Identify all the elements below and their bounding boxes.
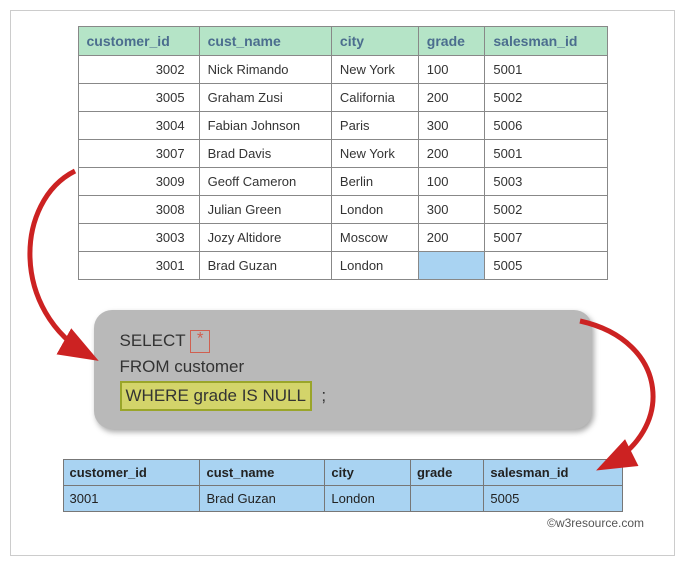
table-cell: 5007 (485, 224, 607, 252)
table-cell: 5001 (485, 56, 607, 84)
table-cell: 5005 (485, 252, 607, 280)
table-cell: 5003 (485, 168, 607, 196)
sql-select: SELECT (120, 331, 186, 350)
col-city: city (331, 27, 418, 56)
sql-semicolon: ; (321, 386, 326, 405)
col-salesman-id: salesman_id (485, 27, 607, 56)
table-cell: 3001 (78, 252, 199, 280)
table-cell: 100 (418, 56, 485, 84)
source-table-body: 3002Nick RimandoNew York10050013005Graha… (78, 56, 607, 280)
col-cust-name: cust_name (199, 27, 331, 56)
res-col-salesman-id: salesman_id (484, 460, 622, 486)
col-customer-id: customer_id (78, 27, 199, 56)
table-cell: 5002 (485, 196, 607, 224)
table-row: 3001Brad GuzanLondon 5005 (63, 486, 622, 512)
sql-where-highlight: WHERE grade IS NULL (120, 381, 312, 411)
table-cell: Nick Rimando (199, 56, 331, 84)
table-cell: Brad Guzan (199, 252, 331, 280)
table-cell: Brad Guzan (200, 486, 325, 512)
table-row: 3007Brad DavisNew York2005001 (78, 140, 607, 168)
table-cell: 3002 (78, 56, 199, 84)
diagram-frame: customer_id cust_name city grade salesma… (10, 10, 675, 556)
credit-text: ©w3resource.com (31, 516, 644, 530)
col-grade: grade (418, 27, 485, 56)
table-row: 3003Jozy AltidoreMoscow2005007 (78, 224, 607, 252)
table-row: 3008Julian GreenLondon3005002 (78, 196, 607, 224)
res-col-grade: grade (410, 460, 483, 486)
table-cell: London (331, 196, 418, 224)
table-cell: Graham Zusi (199, 84, 331, 112)
table-cell: 3003 (78, 224, 199, 252)
table-cell: Jozy Altidore (199, 224, 331, 252)
table-cell: 100 (418, 168, 485, 196)
table-cell: 300 (418, 196, 485, 224)
table-cell: Julian Green (199, 196, 331, 224)
sql-query-box: SELECT * FROM customer WHERE grade IS NU… (94, 310, 592, 429)
table-cell: London (331, 252, 418, 280)
table-cell: Moscow (331, 224, 418, 252)
table-cell: 3004 (78, 112, 199, 140)
table-cell: New York (331, 56, 418, 84)
table-cell: California (331, 84, 418, 112)
table-cell: 5005 (484, 486, 622, 512)
table-cell: Brad Davis (199, 140, 331, 168)
result-table-body: 3001Brad GuzanLondon 5005 (63, 486, 622, 512)
table-cell: Fabian Johnson (199, 112, 331, 140)
source-customer-table: customer_id cust_name city grade salesma… (78, 26, 608, 280)
res-col-city: city (325, 460, 411, 486)
table-cell: Paris (331, 112, 418, 140)
table-row: 3004Fabian JohnsonParis3005006 (78, 112, 607, 140)
table-cell: 200 (418, 140, 485, 168)
sql-from: FROM customer (120, 354, 570, 380)
table-cell: 3007 (78, 140, 199, 168)
table-cell: 3009 (78, 168, 199, 196)
table-cell: 5002 (485, 84, 607, 112)
table-cell: Berlin (331, 168, 418, 196)
table-cell: 200 (418, 224, 485, 252)
table-cell: 3001 (63, 486, 200, 512)
table-cell: 3008 (78, 196, 199, 224)
sql-star: * (190, 330, 210, 352)
res-col-customer-id: customer_id (63, 460, 200, 486)
table-cell: 5006 (485, 112, 607, 140)
table-cell: Geoff Cameron (199, 168, 331, 196)
result-table: customer_id cust_name city grade salesma… (63, 459, 623, 512)
table-row: 3009Geoff CameronBerlin1005003 (78, 168, 607, 196)
table-row: 3001Brad GuzanLondon 5005 (78, 252, 607, 280)
table-cell (410, 486, 483, 512)
table-cell: 5001 (485, 140, 607, 168)
table-cell: 3005 (78, 84, 199, 112)
table-cell: New York (331, 140, 418, 168)
table-cell (418, 252, 485, 280)
table-cell: 200 (418, 84, 485, 112)
table-row: 3005Graham ZusiCalifornia2005002 (78, 84, 607, 112)
table-row: 3002Nick RimandoNew York1005001 (78, 56, 607, 84)
res-col-cust-name: cust_name (200, 460, 325, 486)
table-cell: 300 (418, 112, 485, 140)
table-cell: London (325, 486, 411, 512)
